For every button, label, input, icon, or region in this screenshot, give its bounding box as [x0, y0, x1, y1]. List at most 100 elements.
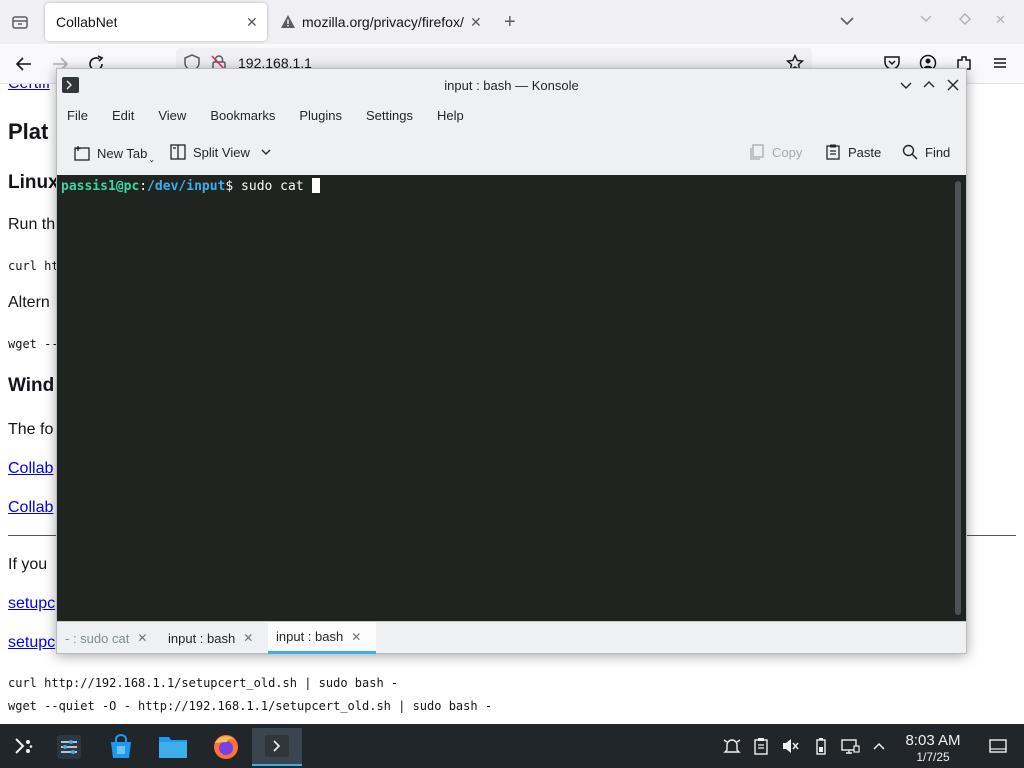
find-button[interactable]: Find — [901, 143, 950, 161]
digital-clock[interactable]: 8:03 AM 1/7/25 — [896, 732, 970, 764]
new-tab-button[interactable]: New Tab ⌄ — [73, 143, 155, 164]
paste-icon — [826, 144, 840, 160]
terminal-prompt-line: passis1@pc:/dev/input$ sudo cat — [61, 178, 320, 194]
battery-icon[interactable] — [811, 736, 831, 756]
show-desktop-icon[interactable] — [988, 736, 1008, 756]
menu-file[interactable]: File — [57, 108, 88, 123]
taskbar: 8:03 AM 1/7/25 — [0, 724, 1024, 768]
find-label: Find — [925, 144, 951, 160]
firefox-tab-bar: CollabNet ✕ mozilla.org/privacy/firefox/… — [0, 0, 1024, 44]
close-tab-icon[interactable]: ✕ — [351, 630, 361, 644]
terminal-icon — [265, 735, 289, 757]
run-text: Run th — [8, 216, 56, 233]
close-tab-icon[interactable]: ✕ — [243, 631, 253, 645]
copy-label: Copy — [772, 144, 803, 160]
terminal-command: sudo cat — [241, 179, 312, 194]
konsole-tab-bar: - : sudo cat ✕ input : bash ✕ input : ba… — [57, 621, 966, 654]
konsole-menu-bar: File Edit View Bookmarks Plugins Setting… — [57, 101, 966, 129]
new-tab-plus-icon[interactable]: + — [504, 12, 524, 32]
paste-label: Paste — [848, 144, 882, 160]
dropdown-caret-icon: ⌄ — [148, 155, 156, 164]
close-tab-icon[interactable]: ✕ — [246, 14, 258, 31]
browser-tab-mozilla[interactable]: mozilla.org/privacy/firefox/ ✕ — [272, 3, 490, 41]
close-tab-icon[interactable]: ✕ — [470, 14, 482, 31]
notifications-bell-icon[interactable] — [722, 736, 742, 756]
terminal-tab-label: input : bash — [276, 629, 344, 644]
network-icon[interactable] — [840, 736, 860, 756]
minimize-window-icon[interactable] — [919, 12, 939, 32]
copy-icon — [750, 144, 764, 160]
menu-view[interactable]: View — [148, 108, 186, 123]
setupcert-link[interactable]: setupc — [8, 595, 55, 613]
platform-heading: Plat — [8, 119, 49, 144]
back-arrow-icon[interactable] — [14, 54, 34, 74]
terminal-view[interactable]: passis1@pc:/dev/input$ sudo cat — [57, 175, 966, 621]
new-tab-icon — [74, 145, 90, 161]
shopping-bag-icon — [111, 734, 131, 758]
wget-command-partial: wget -- — [8, 337, 59, 351]
firefox-icon — [214, 735, 238, 759]
collabnet-link[interactable]: Collab — [8, 460, 53, 478]
volume-muted-icon[interactable] — [780, 736, 800, 756]
split-view-button[interactable]: Split View — [169, 143, 272, 161]
if-you-text: If you — [8, 556, 48, 573]
chevron-up-icon[interactable] — [869, 736, 889, 756]
alternative-text: Altern — [8, 294, 50, 311]
split-view-label: Split View — [193, 144, 250, 160]
konsole-toolbar: New Tab ⌄ Split View Copy Paste Find — [57, 133, 966, 171]
hamburger-menu-icon[interactable] — [991, 54, 1011, 74]
wget-command: wget --quiet -O - http://192.168.1.1/set… — [8, 699, 493, 713]
menu-plugins[interactable]: Plugins — [289, 108, 342, 123]
terminal-cursor — [311, 178, 320, 193]
setupcert-link[interactable]: setupc — [8, 634, 55, 652]
clipboard-icon[interactable] — [751, 736, 771, 756]
maximize-window-icon[interactable] — [958, 12, 978, 32]
chevron-down-icon[interactable] — [838, 12, 858, 32]
app-launcher-icon — [15, 738, 33, 754]
list-all-tabs-icon[interactable] — [10, 12, 30, 32]
copy-button[interactable]: Copy — [748, 143, 802, 161]
prompt-separator: : — [139, 179, 148, 194]
menu-help[interactable]: Help — [427, 108, 464, 123]
minimize-chevron-icon[interactable] — [898, 77, 914, 93]
browser-tab-collabnet[interactable]: CollabNet ✕ — [45, 3, 267, 41]
prompt-user-host: passis1@pc — [61, 179, 140, 194]
discover-store-task[interactable] — [101, 728, 141, 766]
prompt-path: /dev/input — [147, 179, 226, 194]
konsole-task[interactable] — [252, 728, 302, 766]
browser-tab-label: mozilla.org/privacy/firefox/ — [302, 14, 464, 30]
close-window-icon[interactable]: ✕ — [995, 12, 1015, 32]
linux-heading: Linux — [8, 172, 59, 193]
settings-sliders-icon — [57, 735, 81, 759]
konsole-window: input : bash — Konsole File Edit View Bo… — [56, 68, 967, 654]
menu-edit[interactable]: Edit — [102, 108, 134, 123]
terminal-scrollbar[interactable] — [955, 181, 961, 615]
maximize-chevron-icon[interactable] — [921, 77, 937, 93]
terminal-tab-sudo-cat[interactable]: - : sudo cat ✕ — [57, 622, 157, 654]
close-tab-icon[interactable]: ✕ — [137, 631, 147, 645]
terminal-tab-input-bash[interactable]: input : bash ✕ — [160, 622, 268, 654]
terminal-tab-input-bash-active[interactable]: input : bash ✕ — [268, 622, 376, 654]
warning-icon — [280, 14, 296, 30]
certificate-link[interactable]: Certifi — [8, 84, 50, 93]
terminal-tab-label: - : sudo cat — [65, 630, 130, 646]
menu-settings[interactable]: Settings — [356, 108, 413, 123]
application-launcher[interactable] — [3, 728, 43, 766]
konsole-title-bar[interactable]: input : bash — Konsole — [57, 69, 966, 101]
file-manager-task[interactable] — [153, 728, 193, 766]
following-text: The fo — [8, 421, 54, 438]
curl-command-partial: curl ht — [8, 259, 59, 273]
new-tab-label: New Tab — [97, 146, 148, 161]
collabnet-link[interactable]: Collab — [8, 499, 53, 517]
system-settings-task[interactable] — [49, 728, 89, 766]
close-icon[interactable] — [945, 77, 961, 93]
paste-button[interactable]: Paste — [824, 143, 881, 161]
clock-time: 8:03 AM — [905, 732, 961, 749]
search-icon — [902, 144, 918, 160]
firefox-task[interactable] — [206, 728, 246, 766]
menu-bookmarks[interactable]: Bookmarks — [200, 108, 275, 123]
split-view-icon — [170, 144, 186, 160]
windows-heading: Wind — [8, 375, 55, 396]
prompt-dollar: $ — [225, 179, 242, 194]
folder-icon — [159, 737, 187, 758]
